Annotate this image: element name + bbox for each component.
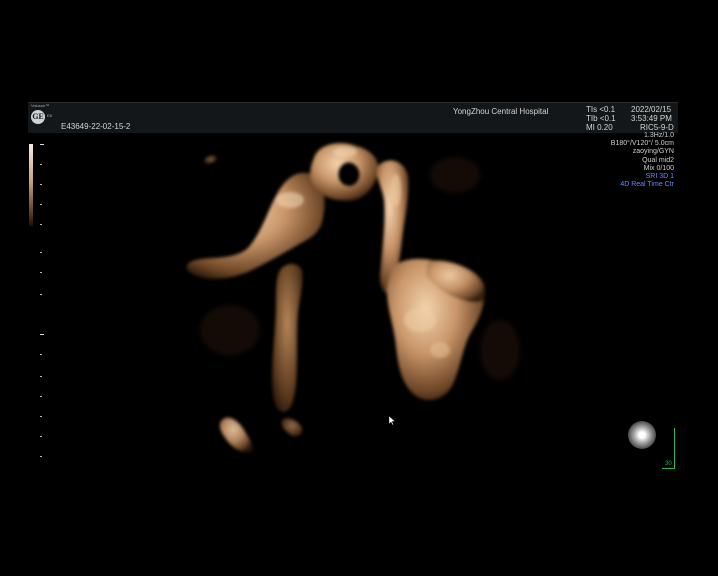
- ultrasound-screen: Voluson™ GE E8 E43649-22-02-15-2 YongZho…: [0, 0, 718, 576]
- frame-number: 30: [665, 461, 672, 467]
- tissue-left-limb: [272, 264, 303, 412]
- orientation-marker-icon[interactable]: [628, 421, 656, 449]
- tissue-top-left-fleck: [204, 155, 217, 164]
- tissue-left-arm: [186, 172, 325, 279]
- mouse-pointer-icon: [389, 416, 395, 425]
- tissue-small-fragment: [281, 418, 303, 437]
- rendered-volume: [186, 143, 520, 453]
- tissue-lower-left-fragment: [219, 417, 253, 453]
